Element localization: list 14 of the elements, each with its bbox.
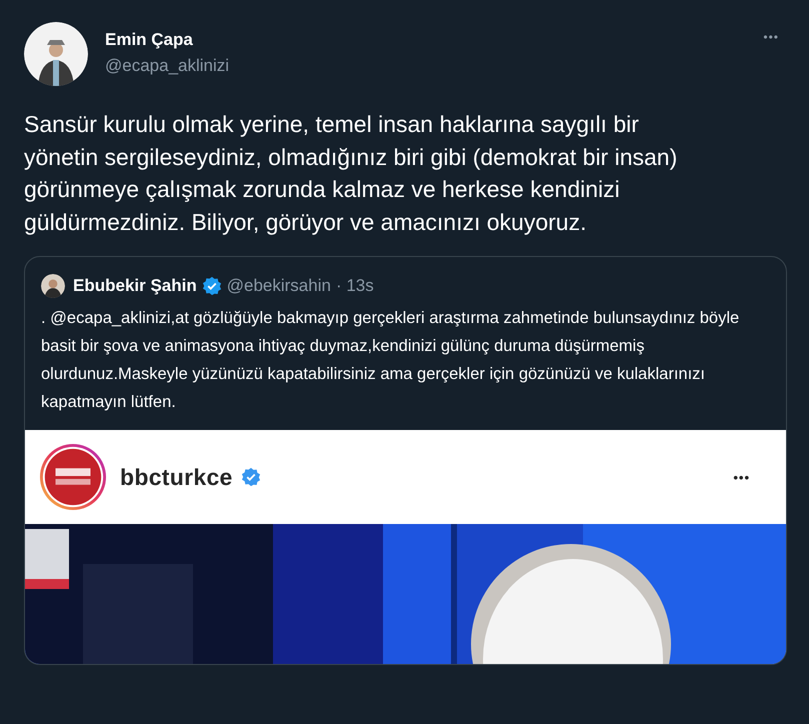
quoted-tweet[interactable]	[24, 256, 787, 665]
avatar[interactable]	[24, 22, 88, 86]
timestamp[interactable]: · 13s	[336, 276, 374, 296]
quoted-author-handle[interactable]: @ebekirsahin	[226, 276, 331, 296]
account-name: bbcturkce	[120, 464, 233, 490]
author-name[interactable]: Emin Çapa	[105, 30, 230, 50]
quoted-tweet-text: . @ecapa_aklinizi,at gözlüğüyle bakmayıp gerçekleri araştırma zahmetinde bulunsaydınız böyle basit bir şova ve animasyona ihtiyaç duymaz,kendinizi gülünç duruma düşürmemiş olurdunuz.Maskeyle yüzünüzü kapatabilirsiniz ama gerçekler için gözünüzü ve kulaklarınızı kapatmayın lütfen.	[41, 308, 740, 413]
more-button[interactable]: •••	[759, 28, 783, 46]
more-options: •••	[733, 470, 750, 484]
avatar[interactable]	[41, 274, 65, 298]
author-handle[interactable]: @ecapa_aklinizi	[105, 56, 230, 76]
quoted-author-name[interactable]: Ebubekir Şahin	[73, 276, 197, 296]
tweet-text: Sansür kurulu olmak yerine, temel insan haklarına saygılı bir yönetin sergileseydiniz, olmadığınız biri gibi (demokrat bir insan) görünmeye çalışmak zorunda kalmaz ve herkese kendinizi güldürmezdiniz. Biliyor, görüyor ve amacınızı okuyoruz.	[24, 110, 678, 237]
avatar	[39, 443, 107, 511]
